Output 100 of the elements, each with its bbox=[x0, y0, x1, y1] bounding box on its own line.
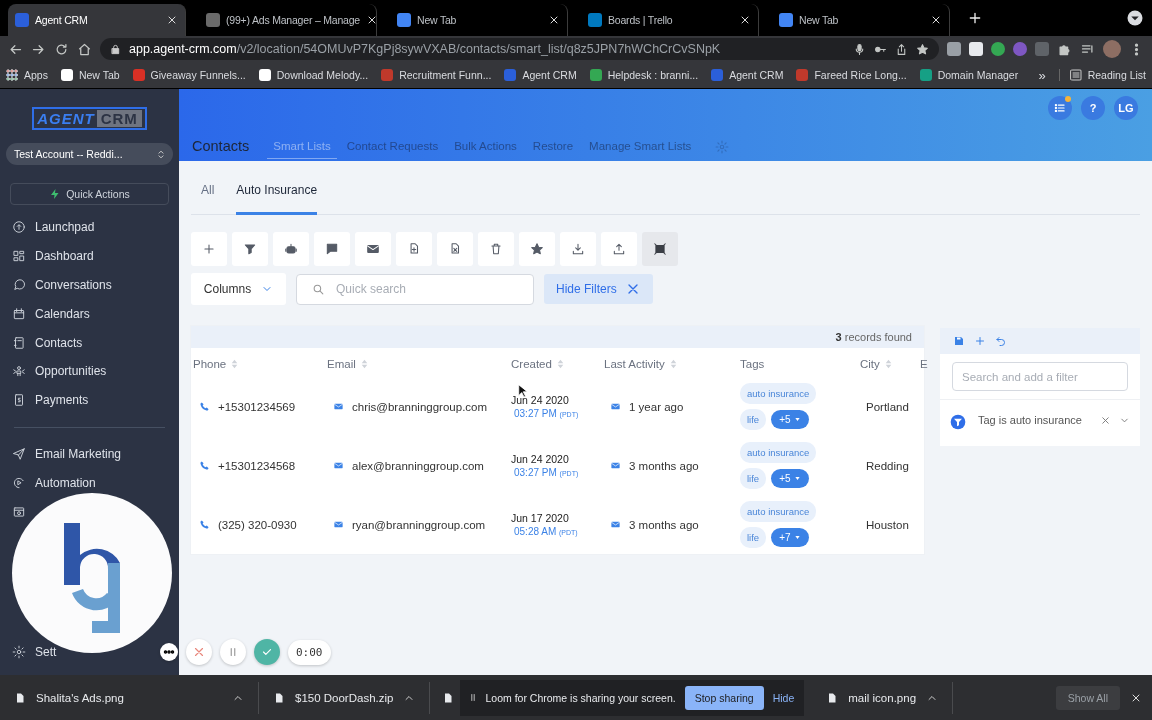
mail-icon[interactable] bbox=[333, 401, 344, 412]
column-header[interactable]: Last Activity bbox=[604, 357, 665, 370]
table-cell: alex@branninggroup.com bbox=[352, 459, 484, 472]
frame-icon bbox=[653, 242, 667, 256]
toolbar-button[interactable] bbox=[273, 232, 309, 266]
bookmark-link[interactable]: Domain Manager bbox=[919, 69, 1019, 81]
bookmark-link[interactable]: Giveaway Funnels... bbox=[132, 69, 246, 81]
more-tags-button[interactable]: +7 bbox=[771, 528, 809, 547]
download-item[interactable]: $150 DoorDash.zip bbox=[259, 681, 431, 714]
bookmark-link[interactable]: Agent CRM bbox=[711, 69, 784, 81]
hide-filters-button[interactable]: Hide Filters bbox=[544, 274, 653, 304]
user-avatar[interactable]: LG bbox=[1114, 96, 1138, 120]
microphone-icon[interactable] bbox=[853, 42, 866, 56]
toolbar-button[interactable] bbox=[232, 232, 268, 266]
tab-search-icon[interactable] bbox=[1126, 9, 1144, 27]
bookmark-link[interactable]: New Tab bbox=[60, 69, 120, 81]
column-header[interactable]: Created bbox=[511, 357, 552, 370]
toolbar-button[interactable] bbox=[314, 232, 350, 266]
quick-actions-button[interactable]: Quick Actions bbox=[10, 183, 169, 205]
show-all-button[interactable]: Show All bbox=[1055, 685, 1120, 710]
remove-icon[interactable] bbox=[1100, 415, 1111, 426]
extension-icon[interactable] bbox=[991, 42, 1005, 56]
toolbar-button[interactable] bbox=[355, 232, 391, 266]
sidebar-item[interactable]: Payments bbox=[8, 385, 171, 415]
column-header[interactable]: City bbox=[860, 357, 880, 370]
site-icon bbox=[796, 69, 809, 81]
mail-icon[interactable] bbox=[333, 519, 344, 530]
tasks-button[interactable] bbox=[1048, 96, 1072, 120]
close-icon[interactable] bbox=[930, 14, 942, 26]
save-icon[interactable] bbox=[953, 335, 965, 347]
search-field[interactable]: Quick search bbox=[296, 273, 534, 305]
close-icon[interactable] bbox=[548, 14, 560, 26]
caret-icon bbox=[793, 416, 801, 423]
list-icon bbox=[1053, 101, 1067, 115]
home-icon[interactable] bbox=[77, 41, 92, 57]
bookmark-star-icon[interactable] bbox=[916, 42, 929, 56]
mail-icon[interactable] bbox=[333, 460, 344, 471]
site-icon bbox=[589, 69, 602, 81]
tag-chip: life bbox=[740, 409, 767, 430]
sidebar-item[interactable]: Contacts bbox=[8, 328, 171, 357]
bookmark-link[interactable]: Fareed Rice Long... bbox=[796, 69, 907, 81]
browser-window-icon[interactable] bbox=[12, 504, 26, 519]
browser-tab[interactable]: Agent CRM bbox=[8, 4, 186, 36]
download-icon bbox=[571, 242, 585, 256]
sidebar-item[interactable]: Launchpad bbox=[8, 213, 171, 242]
column-header[interactable]: Phone bbox=[193, 357, 227, 370]
table-cell: (325) 320-0930 bbox=[218, 518, 297, 531]
toolbar-button[interactable] bbox=[642, 232, 678, 266]
bookmark-link[interactable]: Helpdesk : branni... bbox=[589, 69, 699, 81]
phone-icon[interactable] bbox=[199, 519, 210, 530]
profile-avatar[interactable] bbox=[1103, 40, 1121, 58]
column-header[interactable]: Email bbox=[327, 357, 356, 370]
close-icon[interactable] bbox=[739, 14, 751, 26]
extension-icon[interactable] bbox=[1013, 42, 1027, 56]
sidebar-item[interactable]: Opportunities bbox=[8, 357, 171, 386]
bookmark-link[interactable]: Agent CRM bbox=[504, 69, 577, 81]
more-tags-button[interactable]: +5 bbox=[771, 410, 809, 429]
download-item[interactable]: mail icon.png bbox=[812, 681, 954, 714]
search-icon bbox=[312, 282, 325, 296]
sidebar-item[interactable]: Sett bbox=[8, 641, 59, 663]
list-tab[interactable]: All bbox=[201, 177, 215, 214]
download-item[interactable]: Shalita's Ads.png bbox=[0, 681, 259, 714]
undo-icon[interactable] bbox=[995, 335, 1007, 347]
reading-list-button[interactable]: Reading List bbox=[1058, 69, 1146, 81]
stop-sharing-button[interactable]: Stop sharing bbox=[684, 685, 764, 710]
share-icon[interactable] bbox=[895, 42, 908, 56]
add-icon[interactable] bbox=[974, 335, 986, 347]
extension-icon[interactable] bbox=[969, 42, 983, 56]
sidebar-item[interactable]: Calendars bbox=[8, 299, 171, 329]
filter-label[interactable]: Tag is auto insurance bbox=[978, 412, 1092, 429]
bookmark-link[interactable]: Apps bbox=[6, 69, 48, 81]
phone-icon[interactable] bbox=[199, 460, 210, 471]
file-icon[interactable] bbox=[442, 691, 455, 704]
hide-link[interactable]: Hide bbox=[772, 691, 795, 704]
site-icon bbox=[919, 69, 932, 81]
sidebar-item[interactable]: Automation bbox=[8, 468, 171, 498]
help-button[interactable]: ? bbox=[1081, 96, 1105, 120]
bookmark-link[interactable]: Download Melody... bbox=[258, 69, 369, 81]
lock-icon bbox=[110, 43, 121, 55]
toolbar-button[interactable] bbox=[519, 232, 555, 266]
sidebar-item[interactable]: Dashboard bbox=[8, 241, 171, 271]
bookmark-link[interactable]: Recruitment Funn... bbox=[381, 69, 492, 81]
new-tab-icon[interactable] bbox=[967, 10, 983, 26]
more-tags-button[interactable]: +5 bbox=[771, 469, 809, 488]
phone-icon[interactable] bbox=[199, 401, 210, 412]
star-icon bbox=[530, 242, 544, 256]
sidebar-item[interactable]: Email Marketing bbox=[8, 439, 171, 469]
sidebar-item[interactable]: Conversations bbox=[8, 270, 171, 300]
filter-search-field[interactable]: Search and add a filter bbox=[952, 362, 1128, 391]
columns-dropdown[interactable]: Columns bbox=[191, 273, 286, 305]
account-switcher[interactable]: Test Account -- Reddi... bbox=[6, 143, 173, 165]
finish-recording-button[interactable] bbox=[254, 639, 280, 665]
more-bookmarks-button[interactable]: » bbox=[1038, 67, 1046, 83]
reload-icon[interactable] bbox=[54, 41, 69, 57]
pause-button[interactable] bbox=[220, 639, 246, 665]
cancel-recording-button[interactable] bbox=[186, 639, 212, 665]
close-icon[interactable] bbox=[166, 14, 178, 26]
list-tab[interactable]: Auto Insurance bbox=[236, 177, 318, 215]
close-icon[interactable] bbox=[366, 14, 378, 26]
address-bar[interactable]: app.agent-crm.com/v2/location/54OMUvP7KgPj8sywVXAB/contacts/smart_list/q8z5JPN7hWChCrCvSNpK bbox=[100, 38, 939, 60]
